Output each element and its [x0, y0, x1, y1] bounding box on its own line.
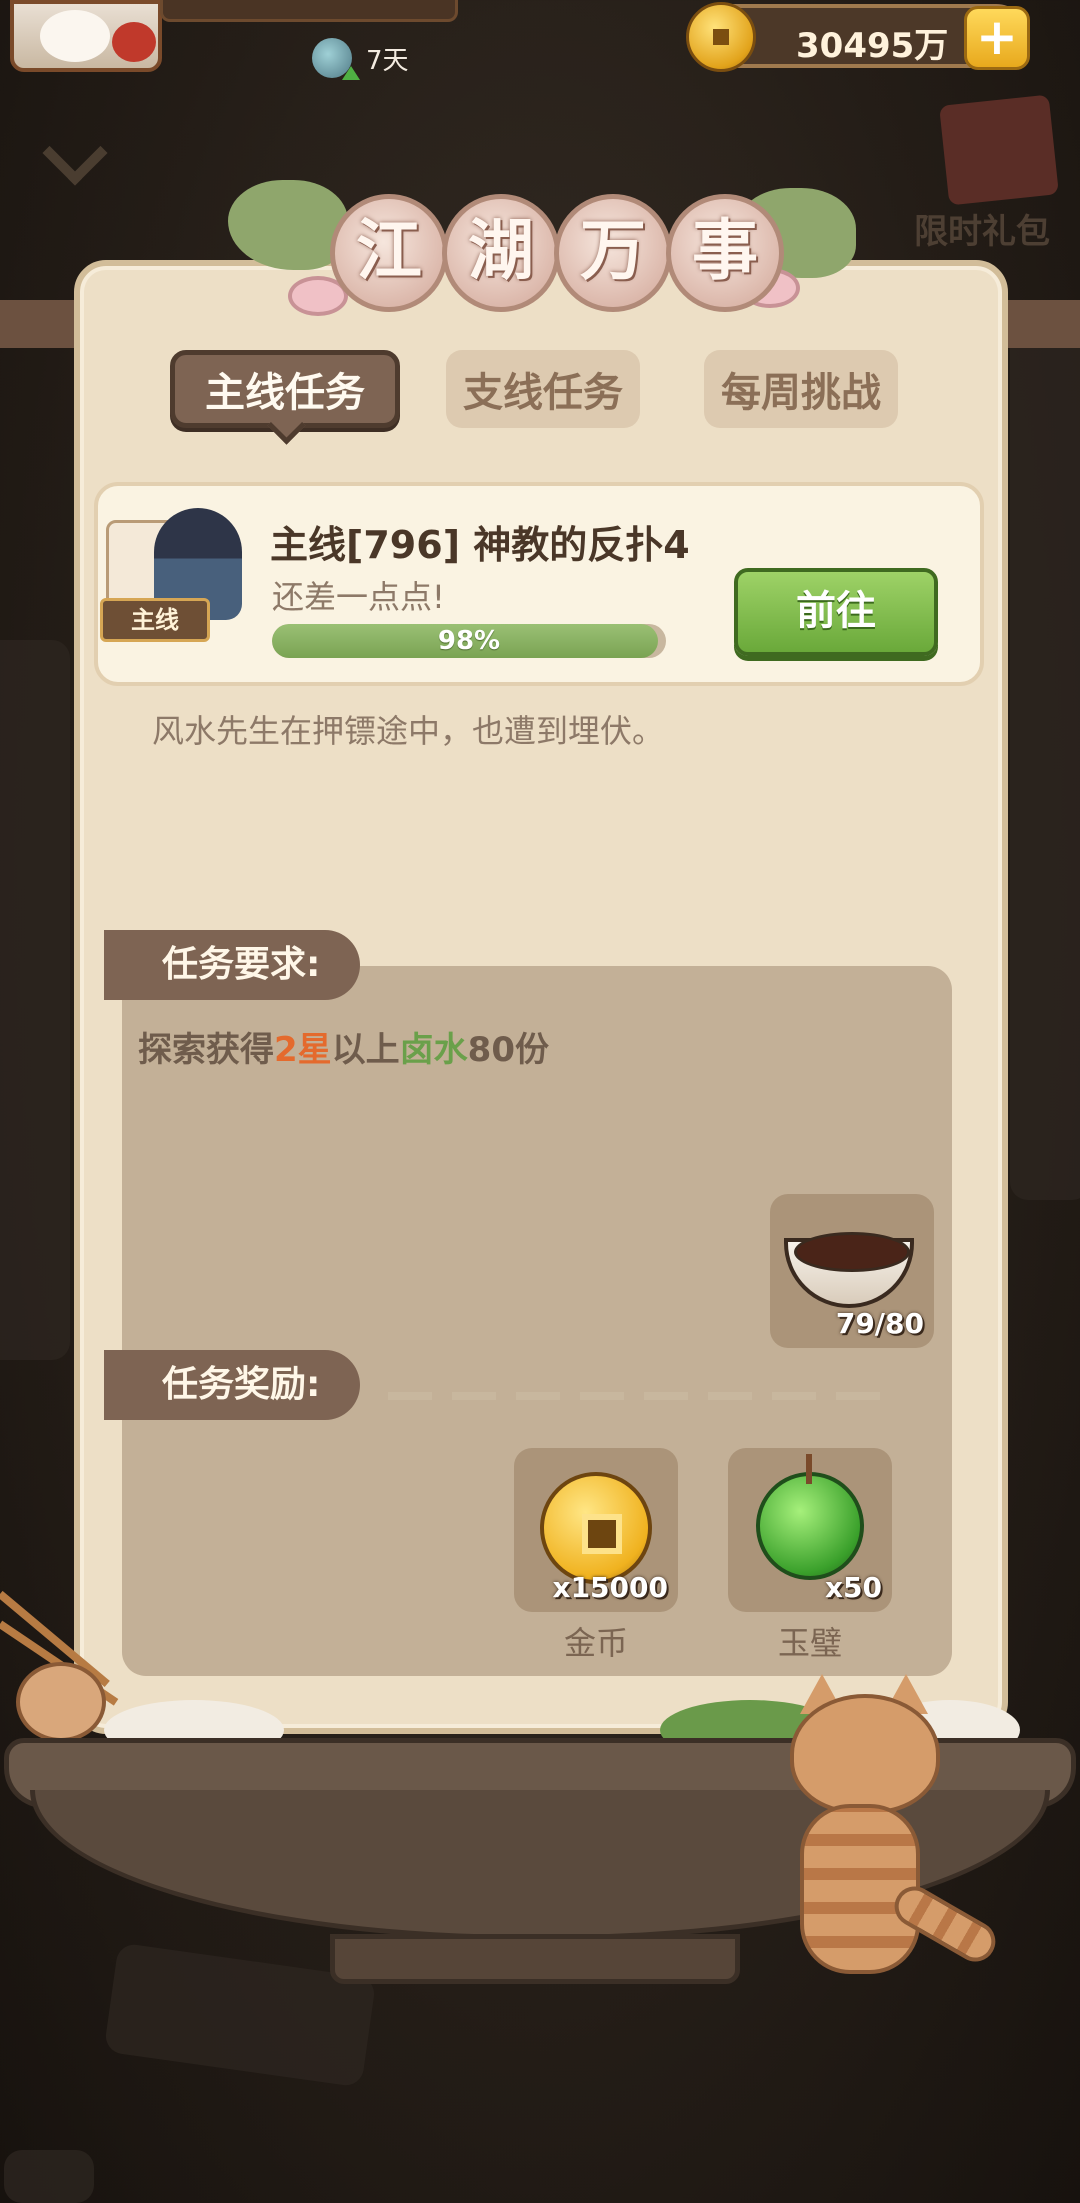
cat-body — [800, 1804, 920, 1974]
top-name-strip — [160, 0, 458, 22]
panel-title: 江 湖 万 事 — [228, 172, 856, 322]
requirement-item-slot[interactable]: 79/80 — [770, 1194, 934, 1348]
day-counter: 7天 — [312, 38, 409, 80]
req-prefix: 探索获得 — [138, 1030, 274, 1070]
quest-description: 风水先生在押镖途中，也遭到埋伏。 — [152, 712, 665, 750]
coin-balance: 30495万 + — [686, 2, 1030, 72]
reward-count: x15000 — [552, 1571, 668, 1604]
requirement-label: 任务要求: — [104, 930, 360, 1000]
tab-side-quest[interactable]: 支线任务 — [446, 350, 640, 428]
quest-type-tag: 主线 — [100, 598, 210, 642]
coin-icon — [686, 2, 756, 72]
req-suffix: 80份 — [467, 1030, 549, 1070]
requirement-count: 79/80 — [835, 1307, 924, 1340]
avatar-fish-icon — [112, 22, 156, 62]
gift-box-icon — [939, 94, 1059, 206]
tab-weekly-challenge[interactable]: 每周挑战 — [704, 350, 898, 428]
quest-portrait: 主线 — [100, 508, 250, 648]
gold-coin-icon — [540, 1472, 652, 1584]
meatball-icon — [16, 1662, 106, 1742]
req-stars: 2星 — [274, 1030, 332, 1070]
requirement-text: 探索获得2星以上卤水80份 — [138, 1022, 549, 1071]
go-button[interactable]: 前往 — [734, 568, 938, 656]
quest-title: 主线[796] 神教的反扑4 — [270, 523, 690, 567]
background-scene-right — [1010, 300, 1080, 1200]
req-item: 卤水 — [399, 1030, 468, 1070]
quest-progress-bar: 98% — [272, 624, 666, 658]
scroll-rod-left — [0, 300, 80, 348]
quest-hint: 还差一点点! — [272, 578, 445, 616]
reward-item-slot[interactable]: x15000 — [514, 1448, 678, 1612]
title-char: 万 — [554, 194, 672, 312]
limited-gift-pack[interactable]: 限时礼包 — [904, 94, 1074, 260]
reward-name: 金币 — [563, 1624, 628, 1662]
reward-name: 玉璧 — [777, 1624, 842, 1662]
jade-disc-icon — [756, 1454, 864, 1580]
progress-label: 98% — [437, 626, 501, 656]
cat-mascot-icon — [770, 1674, 1003, 1994]
coin-amount: 30495万 — [796, 26, 949, 66]
plus-icon[interactable]: + — [964, 6, 1030, 70]
divider — [388, 1392, 888, 1400]
player-avatar[interactable] — [10, 0, 162, 72]
reward-item-slot[interactable]: x50 — [728, 1448, 892, 1612]
hotpot-base — [330, 1934, 740, 1984]
req-mid: 以上 — [331, 1030, 400, 1070]
brine-bowl-icon — [784, 1232, 914, 1308]
reward-count: x50 — [824, 1571, 882, 1604]
title-char: 湖 — [442, 194, 560, 312]
gift-label: 限时礼包 — [914, 212, 1050, 252]
reward-label: 任务奖励: — [104, 1350, 360, 1420]
background-scene-left — [0, 640, 70, 1360]
title-char: 江 — [330, 194, 448, 312]
avatar-mascot-icon — [40, 10, 110, 62]
days-label: 7天 — [366, 45, 409, 76]
chevron-down-icon[interactable] — [42, 130, 116, 178]
scroll-rod-right — [1002, 300, 1080, 348]
days-icon — [312, 38, 360, 80]
title-char: 事 — [666, 194, 784, 312]
tab-main-quest[interactable]: 主线任务 — [170, 350, 400, 428]
background-bottom-block — [4, 2150, 94, 2203]
cat-head — [790, 1694, 940, 1814]
